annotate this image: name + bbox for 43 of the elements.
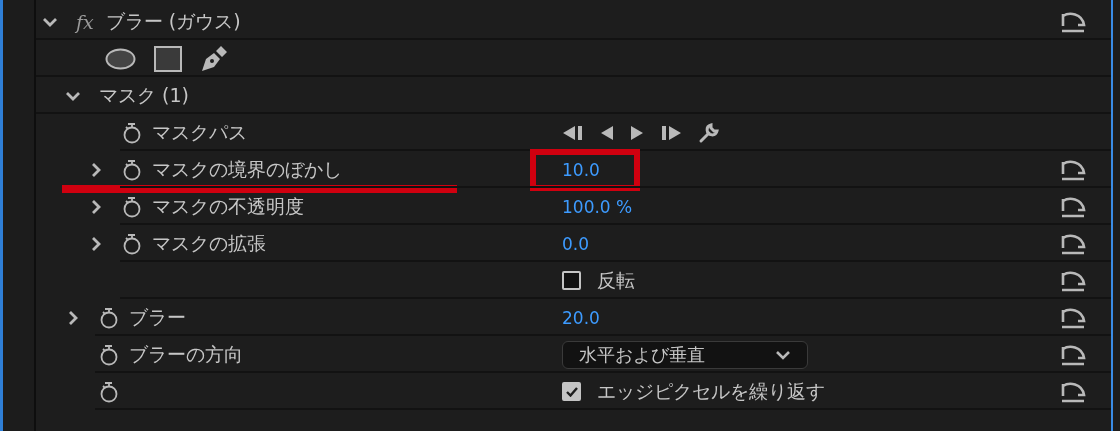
- reset-icon[interactable]: [1059, 195, 1087, 218]
- value-field[interactable]: 0.0: [562, 233, 590, 254]
- parameter-label: マスクの不透明度: [152, 193, 304, 219]
- stopwatch-icon[interactable]: [122, 158, 142, 181]
- reset-icon[interactable]: [1059, 232, 1087, 255]
- effect-title: ブラー (ガウス): [105, 8, 241, 34]
- checkbox-label: エッジピクセルを繰り返す: [597, 378, 825, 404]
- checkmark-icon: [565, 386, 578, 397]
- step-back-icon[interactable]: [600, 124, 614, 141]
- reset-icon[interactable]: [1059, 269, 1087, 292]
- checkbox[interactable]: [562, 271, 581, 290]
- next-keyframe-icon[interactable]: [660, 124, 682, 141]
- stopwatch-icon[interactable]: [122, 121, 142, 144]
- stopwatch-icon[interactable]: [99, 343, 119, 366]
- fx-label: fx: [76, 10, 94, 33]
- step-forward-icon[interactable]: [630, 124, 644, 141]
- reset-icon[interactable]: [1059, 380, 1087, 403]
- value-field[interactable]: 20.0: [562, 307, 600, 328]
- parameter-label: マスクパス: [152, 119, 247, 145]
- group-label: マスク (1): [99, 82, 189, 108]
- parameter-label: マスクの拡張: [152, 230, 266, 256]
- rectangle-mask-icon[interactable]: [154, 45, 182, 72]
- reset-icon[interactable]: [1059, 306, 1087, 329]
- reset-icon[interactable]: [1059, 158, 1087, 181]
- value-field[interactable]: 100.0 %: [562, 196, 633, 217]
- parameter-label: マスクの境界のぼかし: [152, 156, 342, 182]
- previous-keyframe-icon[interactable]: [562, 124, 584, 141]
- ellipse-mask-icon[interactable]: [105, 47, 136, 70]
- reset-icon[interactable]: [1059, 343, 1087, 366]
- checkbox[interactable]: [562, 382, 581, 401]
- reset-icon[interactable]: [1059, 10, 1087, 33]
- stopwatch-icon[interactable]: [99, 306, 119, 329]
- parameter-label: ブラー: [129, 304, 186, 330]
- value-field[interactable]: 10.0: [562, 159, 600, 180]
- stopwatch-icon[interactable]: [122, 232, 142, 255]
- direction-dropdown[interactable]: 水平および垂直: [562, 340, 808, 369]
- wrench-icon[interactable]: [698, 121, 720, 144]
- chevron-down-icon: [775, 348, 791, 361]
- stopwatch-icon[interactable]: [99, 380, 119, 403]
- parameter-label: ブラーの方向: [129, 341, 243, 367]
- pen-icon[interactable]: [200, 44, 228, 73]
- stopwatch-icon[interactable]: [122, 195, 142, 218]
- checkbox-label: 反転: [597, 267, 635, 293]
